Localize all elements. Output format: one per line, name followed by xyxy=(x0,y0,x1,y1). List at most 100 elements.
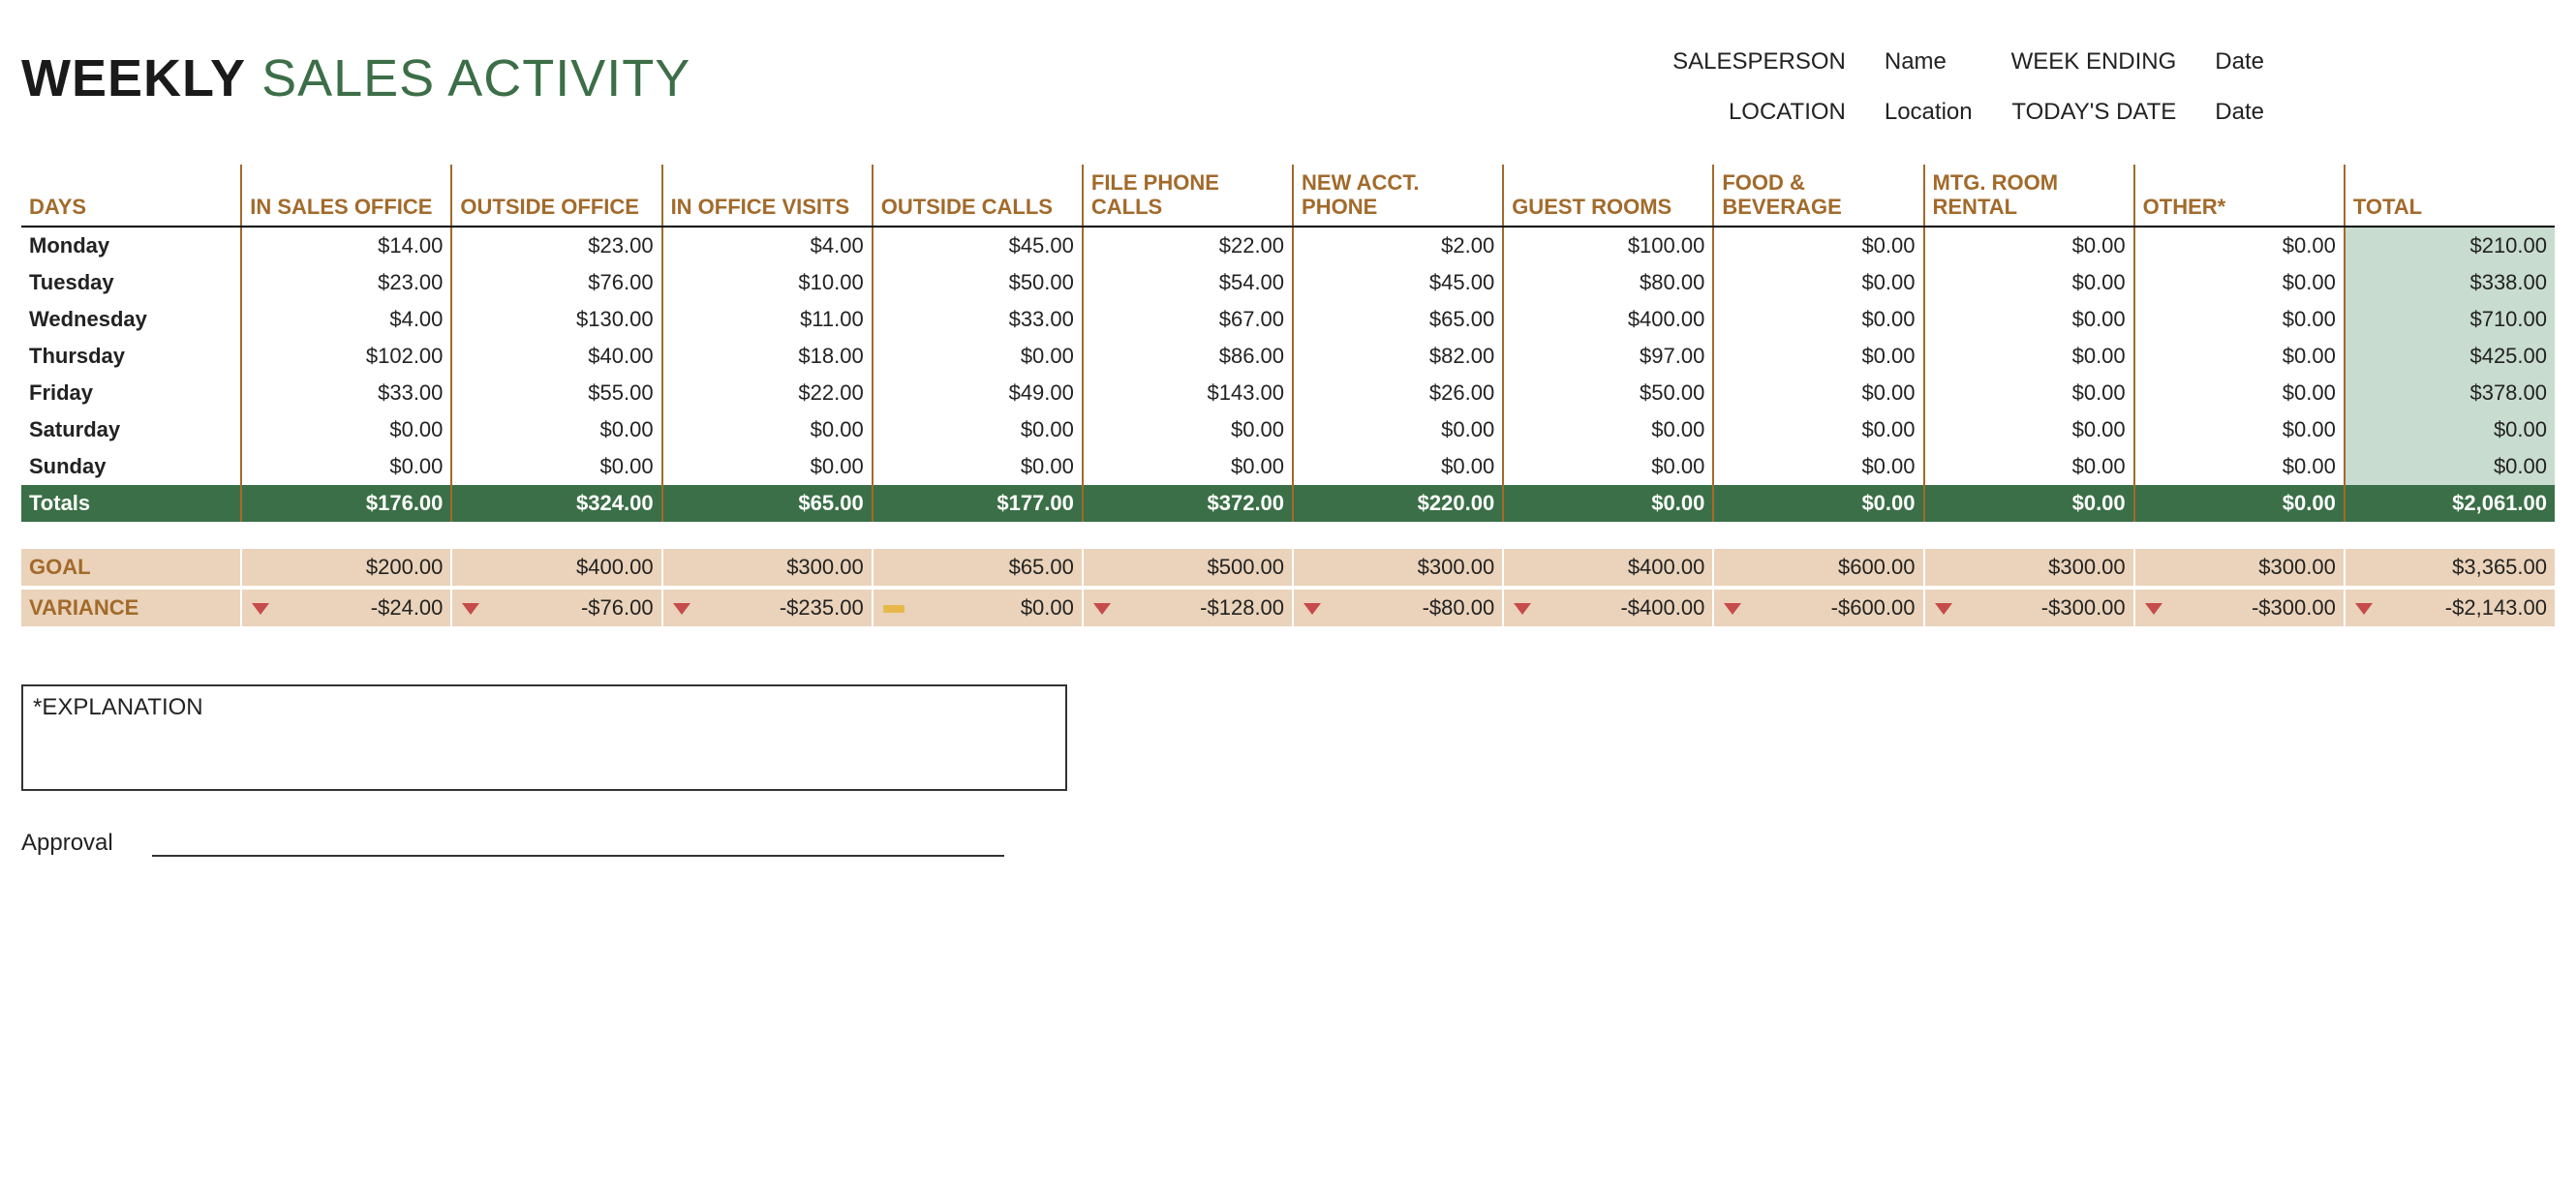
page-title: WEEKLY SALES ACTIVITY xyxy=(21,19,690,108)
data-cell[interactable]: $40.00 xyxy=(451,338,661,375)
data-cell[interactable]: $400.00 xyxy=(1503,301,1713,338)
variance-cell: -$128.00 xyxy=(1083,588,1293,626)
weekending-value[interactable]: Date xyxy=(2215,48,2264,76)
data-cell[interactable]: $67.00 xyxy=(1083,301,1293,338)
data-cell[interactable]: $143.00 xyxy=(1083,375,1293,411)
data-cell[interactable]: $33.00 xyxy=(873,301,1083,338)
goal-cell[interactable]: $300.00 xyxy=(1293,549,1503,588)
data-cell[interactable]: $0.00 xyxy=(1503,411,1713,448)
data-cell[interactable]: $49.00 xyxy=(873,375,1083,411)
goal-cell[interactable]: $65.00 xyxy=(873,549,1083,588)
approval-signature-line[interactable] xyxy=(152,854,1004,857)
variance-cell: -$24.00 xyxy=(241,588,451,626)
data-cell[interactable]: $0.00 xyxy=(662,411,873,448)
data-cell[interactable]: $0.00 xyxy=(662,448,873,485)
data-cell[interactable]: $0.00 xyxy=(1924,227,2134,264)
data-cell[interactable]: $0.00 xyxy=(241,411,451,448)
trend-down-icon xyxy=(1303,603,1321,615)
data-cell[interactable]: $0.00 xyxy=(2134,375,2345,411)
data-cell[interactable]: $23.00 xyxy=(241,264,451,301)
data-cell[interactable]: $50.00 xyxy=(1503,375,1713,411)
totals-cell: $176.00 xyxy=(241,485,451,522)
data-cell[interactable]: $0.00 xyxy=(1083,411,1293,448)
data-cell[interactable]: $0.00 xyxy=(873,338,1083,375)
data-cell[interactable]: $0.00 xyxy=(1713,301,1923,338)
data-cell[interactable]: $0.00 xyxy=(451,411,661,448)
goal-cell[interactable]: $300.00 xyxy=(662,549,873,588)
data-cell[interactable]: $0.00 xyxy=(1924,448,2134,485)
data-cell[interactable]: $0.00 xyxy=(1924,338,2134,375)
data-cell[interactable]: $0.00 xyxy=(1924,411,2134,448)
data-cell[interactable]: $0.00 xyxy=(1713,264,1923,301)
data-cell[interactable]: $4.00 xyxy=(662,227,873,264)
data-cell[interactable]: $18.00 xyxy=(662,338,873,375)
today-value[interactable]: Date xyxy=(2215,99,2264,126)
totals-total: $2,061.00 xyxy=(2345,485,2555,522)
data-cell[interactable]: $100.00 xyxy=(1503,227,1713,264)
data-cell[interactable]: $80.00 xyxy=(1503,264,1713,301)
data-cell[interactable]: $102.00 xyxy=(241,338,451,375)
data-cell[interactable]: $0.00 xyxy=(1713,448,1923,485)
explanation-box[interactable]: *EXPLANATION xyxy=(21,684,1067,791)
goal-cell[interactable]: $300.00 xyxy=(1924,549,2134,588)
data-cell[interactable]: $11.00 xyxy=(662,301,873,338)
data-cell[interactable]: $82.00 xyxy=(1293,338,1503,375)
data-cell[interactable]: $22.00 xyxy=(662,375,873,411)
data-cell[interactable]: $130.00 xyxy=(451,301,661,338)
data-cell[interactable]: $2.00 xyxy=(1293,227,1503,264)
data-cell[interactable]: $0.00 xyxy=(873,448,1083,485)
data-cell[interactable]: $0.00 xyxy=(1713,375,1923,411)
data-cell[interactable]: $0.00 xyxy=(1083,448,1293,485)
data-cell[interactable]: $97.00 xyxy=(1503,338,1713,375)
data-cell[interactable]: $0.00 xyxy=(1503,448,1713,485)
data-cell[interactable]: $14.00 xyxy=(241,227,451,264)
data-cell[interactable]: $0.00 xyxy=(1924,375,2134,411)
goal-cell[interactable]: $600.00 xyxy=(1713,549,1923,588)
data-cell[interactable]: $0.00 xyxy=(241,448,451,485)
data-cell[interactable]: $86.00 xyxy=(1083,338,1293,375)
data-cell[interactable]: $10.00 xyxy=(662,264,873,301)
data-cell[interactable]: $45.00 xyxy=(1293,264,1503,301)
data-cell[interactable]: $0.00 xyxy=(1293,448,1503,485)
data-cell[interactable]: $4.00 xyxy=(241,301,451,338)
data-cell[interactable]: $23.00 xyxy=(451,227,661,264)
data-cell[interactable]: $26.00 xyxy=(1293,375,1503,411)
data-cell[interactable]: $0.00 xyxy=(2134,227,2345,264)
data-cell[interactable]: $0.00 xyxy=(1293,411,1503,448)
data-cell[interactable]: $0.00 xyxy=(2134,301,2345,338)
goal-cell[interactable]: $400.00 xyxy=(451,549,661,588)
goal-cell[interactable]: $500.00 xyxy=(1083,549,1293,588)
title-light: SALES ACTIVITY xyxy=(261,49,690,107)
variance-total: -$2,143.00 xyxy=(2345,588,2555,626)
totals-cell: $177.00 xyxy=(873,485,1083,522)
data-cell[interactable]: $55.00 xyxy=(451,375,661,411)
data-cell[interactable]: $0.00 xyxy=(873,411,1083,448)
data-cell[interactable]: $0.00 xyxy=(1924,264,2134,301)
data-cell[interactable]: $0.00 xyxy=(2134,264,2345,301)
location-value[interactable]: Location xyxy=(1885,99,1973,126)
data-cell[interactable]: $0.00 xyxy=(2134,338,2345,375)
data-cell[interactable]: $22.00 xyxy=(1083,227,1293,264)
data-cell[interactable]: $45.00 xyxy=(873,227,1083,264)
data-cell[interactable]: $50.00 xyxy=(873,264,1083,301)
data-cell[interactable]: $0.00 xyxy=(1924,301,2134,338)
data-cell[interactable]: $0.00 xyxy=(451,448,661,485)
day-label: Thursday xyxy=(21,338,241,375)
data-cell[interactable]: $0.00 xyxy=(2134,411,2345,448)
data-cell[interactable]: $76.00 xyxy=(451,264,661,301)
goal-cell[interactable]: $400.00 xyxy=(1503,549,1713,588)
header-col: OUTSIDE OFFICE xyxy=(451,165,661,227)
data-cell[interactable]: $0.00 xyxy=(2134,448,2345,485)
data-cell[interactable]: $65.00 xyxy=(1293,301,1503,338)
data-cell[interactable]: $54.00 xyxy=(1083,264,1293,301)
goal-cell[interactable]: $300.00 xyxy=(2134,549,2345,588)
data-cell[interactable]: $0.00 xyxy=(1713,411,1923,448)
variance-cell: -$600.00 xyxy=(1713,588,1923,626)
row-total: $378.00 xyxy=(2345,375,2555,411)
salesperson-value[interactable]: Name xyxy=(1885,48,1973,76)
data-cell[interactable]: $0.00 xyxy=(1713,227,1923,264)
salesperson-label: SALESPERSON xyxy=(1672,48,1846,76)
goal-cell[interactable]: $200.00 xyxy=(241,549,451,588)
data-cell[interactable]: $33.00 xyxy=(241,375,451,411)
data-cell[interactable]: $0.00 xyxy=(1713,338,1923,375)
